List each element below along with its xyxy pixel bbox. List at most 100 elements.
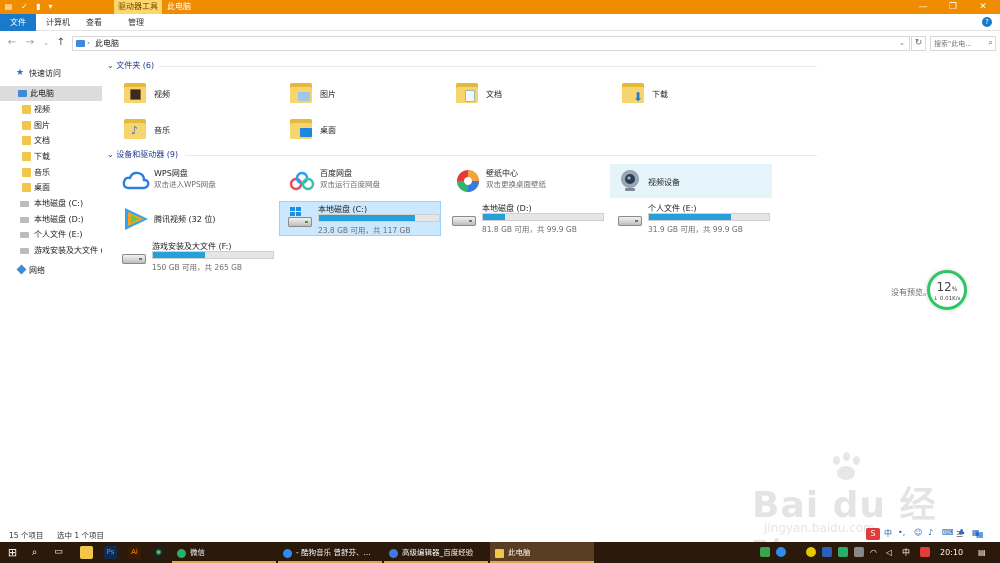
volume-icon[interactable]: ◁ [886, 542, 892, 563]
breadcrumb-separator[interactable]: › [87, 37, 90, 50]
drive-icon [20, 232, 29, 238]
sidebar-item-drive-f[interactable]: 游戏安装及大文件 ( [0, 243, 102, 258]
device-tile-wallpaper-center[interactable]: 壁纸中心 双击更换桌面壁纸 [448, 164, 610, 198]
sidebar-item-documents[interactable]: 文档 [0, 133, 102, 148]
collapse-chevron-icon[interactable]: ⌄ [107, 150, 116, 159]
voice-icon[interactable]: ♪ [928, 528, 933, 537]
app-icon[interactable]: ◉ [152, 546, 165, 559]
display-icon[interactable] [854, 547, 864, 557]
folder-name: 下载 [652, 90, 668, 99]
group-header-devices[interactable]: ⌄ 设备和驱动器 (9) [107, 149, 817, 161]
device-tile-baidu-netdisk[interactable]: 百度网盘 双击运行百度网盘 [282, 164, 444, 198]
search-input[interactable] [931, 37, 985, 50]
device-description: 双击更换桌面壁纸 [486, 180, 546, 189]
toolbox-icon[interactable]: ▦ [972, 528, 980, 537]
folder-tile-pictures[interactable]: 图片 [282, 76, 444, 110]
sidebar-item-drive-e[interactable]: 个人文件 (E:) [0, 227, 102, 242]
tab-computer[interactable]: 计算机 [40, 14, 76, 31]
wechat-tray-icon[interactable] [838, 547, 848, 557]
punctuation-icon[interactable]: •, [898, 528, 905, 537]
new-folder-icon[interactable]: ▮ [34, 2, 43, 11]
explorer-icon[interactable]: ▤ [4, 2, 13, 11]
tab-manage[interactable]: 管理 [122, 14, 150, 31]
sidebar-item-pictures[interactable]: 图片 [0, 118, 102, 133]
security-shield-icon[interactable] [760, 547, 770, 557]
folder-tile-videos[interactable]: 视频 [116, 76, 278, 110]
context-tab-drive-tools[interactable]: 驱动器工具 [114, 0, 162, 14]
up-button[interactable]: ↑ [55, 36, 67, 50]
refresh-button[interactable]: ↻ [911, 36, 926, 51]
folder-icon [22, 168, 31, 177]
word-icon[interactable] [822, 547, 832, 557]
tab-file[interactable]: 文件 [0, 14, 36, 31]
sidebar-item-network[interactable]: 网络 [0, 263, 102, 278]
search-box[interactable]: ⌕ [930, 36, 996, 51]
sidebar-item-drive-c[interactable]: 本地磁盘 (C:) [0, 196, 102, 211]
drive-space-text: 31.9 GB 可用，共 99.9 GB [648, 225, 743, 234]
skin-icon[interactable]: ♣ [958, 528, 965, 537]
device-tile-webcam[interactable]: 视频设备 [610, 164, 772, 198]
taskbar-item-this-pc[interactable]: 此电脑 [490, 542, 594, 563]
emoji-icon[interactable]: ☺ [914, 528, 922, 537]
input-method-indicator[interactable]: 中 [902, 542, 910, 563]
drive-tile-e[interactable]: 个人文件 (E:) 31.9 GB 可用，共 99.9 GB [610, 201, 772, 235]
close-button[interactable]: ✕ [968, 0, 998, 14]
folder-tile-documents[interactable]: 文档 [448, 76, 610, 110]
sidebar-item-quick-access[interactable]: ★ 快速访问 [0, 66, 102, 81]
device-tile-tencent-video[interactable]: 腾讯视频 (32 位) [116, 201, 278, 235]
drive-tile-d[interactable]: 本地磁盘 (D:) 81.8 GB 可用，共 99.9 GB [444, 201, 606, 235]
keyboard-icon[interactable]: ⌨ [942, 528, 954, 537]
webcam-icon [616, 169, 642, 193]
back-button[interactable]: ← [6, 36, 18, 50]
photoshop-icon[interactable]: Ps [104, 546, 117, 559]
breadcrumb[interactable]: 此电脑 [95, 37, 119, 50]
task-view-icon[interactable]: ▭ [52, 546, 65, 559]
drive-tile-f[interactable]: 游戏安装及大文件 (F:) 150 GB 可用，共 265 GB [114, 239, 276, 273]
folder-tile-downloads[interactable]: ⬇ 下载 [614, 76, 776, 110]
maximize-button[interactable]: ❐ [938, 0, 968, 14]
wps-cloud-icon [122, 169, 150, 193]
network-icon[interactable]: ◠ [870, 542, 877, 563]
taskbar-item-browser[interactable]: 高级编辑器_百度经验 [384, 542, 488, 563]
tab-view[interactable]: 查看 [80, 14, 108, 31]
search-icon[interactable]: ⌕ [989, 38, 993, 48]
sidebar-item-label: 此电脑 [30, 89, 54, 98]
recent-locations-button[interactable]: ⌄ [40, 36, 52, 50]
properties-icon[interactable]: ✓ [20, 2, 29, 11]
collapse-chevron-icon[interactable]: ⌄ [107, 61, 116, 70]
quick-access-dropdown-icon[interactable]: ▾ [46, 2, 55, 11]
notification-center-icon[interactable]: ▤ [978, 542, 986, 563]
sogou-logo-icon[interactable]: S [866, 528, 880, 540]
address-dropdown-icon[interactable]: ⌄ [899, 37, 905, 50]
sogou-input-icon[interactable] [920, 547, 930, 557]
navigation-pane: ★ 快速访问 此电脑 视频 图片 文档 下载 音乐 桌面 本地磁盘 (C:) 本… [0, 62, 103, 528]
search-icon[interactable]: ⌕ [28, 546, 41, 559]
start-button[interactable]: ⊞ [6, 546, 19, 559]
taskbar-item-kugou[interactable]: - 酷狗音乐 曾舒芬、... [278, 542, 382, 563]
illustrator-icon[interactable]: Ai [128, 546, 141, 559]
minimize-button[interactable]: — [908, 0, 938, 14]
sidebar-item-music[interactable]: 音乐 [0, 165, 102, 180]
folder-tile-music[interactable]: ♪ 音乐 [116, 112, 278, 146]
address-bar[interactable]: › 此电脑 ⌄ [72, 36, 910, 51]
drive-tile-c[interactable]: 本地磁盘 (C:) 23.8 GB 可用，共 117 GB [279, 201, 441, 236]
help-icon[interactable]: ? [982, 17, 992, 27]
forward-button[interactable]: → [24, 36, 36, 50]
taskbar-item-wechat[interactable]: 微信 [172, 542, 276, 563]
sidebar-item-this-pc[interactable]: 此电脑 [0, 86, 102, 101]
file-explorer-icon[interactable] [80, 546, 93, 559]
group-header-folders[interactable]: ⌄ 文件夹 (6) [107, 60, 817, 72]
sidebar-item-videos[interactable]: 视频 [0, 102, 102, 117]
device-tile-wps-cloud[interactable]: WPS网盘 双击进入WPS网盘 [116, 164, 278, 198]
drive-icon [616, 206, 642, 230]
sidebar-item-drive-d[interactable]: 本地磁盘 (D:) [0, 212, 102, 227]
tray-app-icon[interactable] [806, 547, 816, 557]
kugou-tray-icon[interactable] [776, 547, 786, 557]
network-speed-widget[interactable]: 12% ↓ 0.01K/s [927, 270, 967, 310]
clock[interactable]: 20:10 [940, 542, 963, 563]
ime-mode[interactable]: 中 [884, 528, 892, 539]
folder-tile-desktop[interactable]: 桌面 [282, 112, 444, 146]
drive-icon [20, 248, 29, 254]
sidebar-item-downloads[interactable]: 下载 [0, 149, 102, 164]
sidebar-item-desktop[interactable]: 桌面 [0, 180, 102, 195]
